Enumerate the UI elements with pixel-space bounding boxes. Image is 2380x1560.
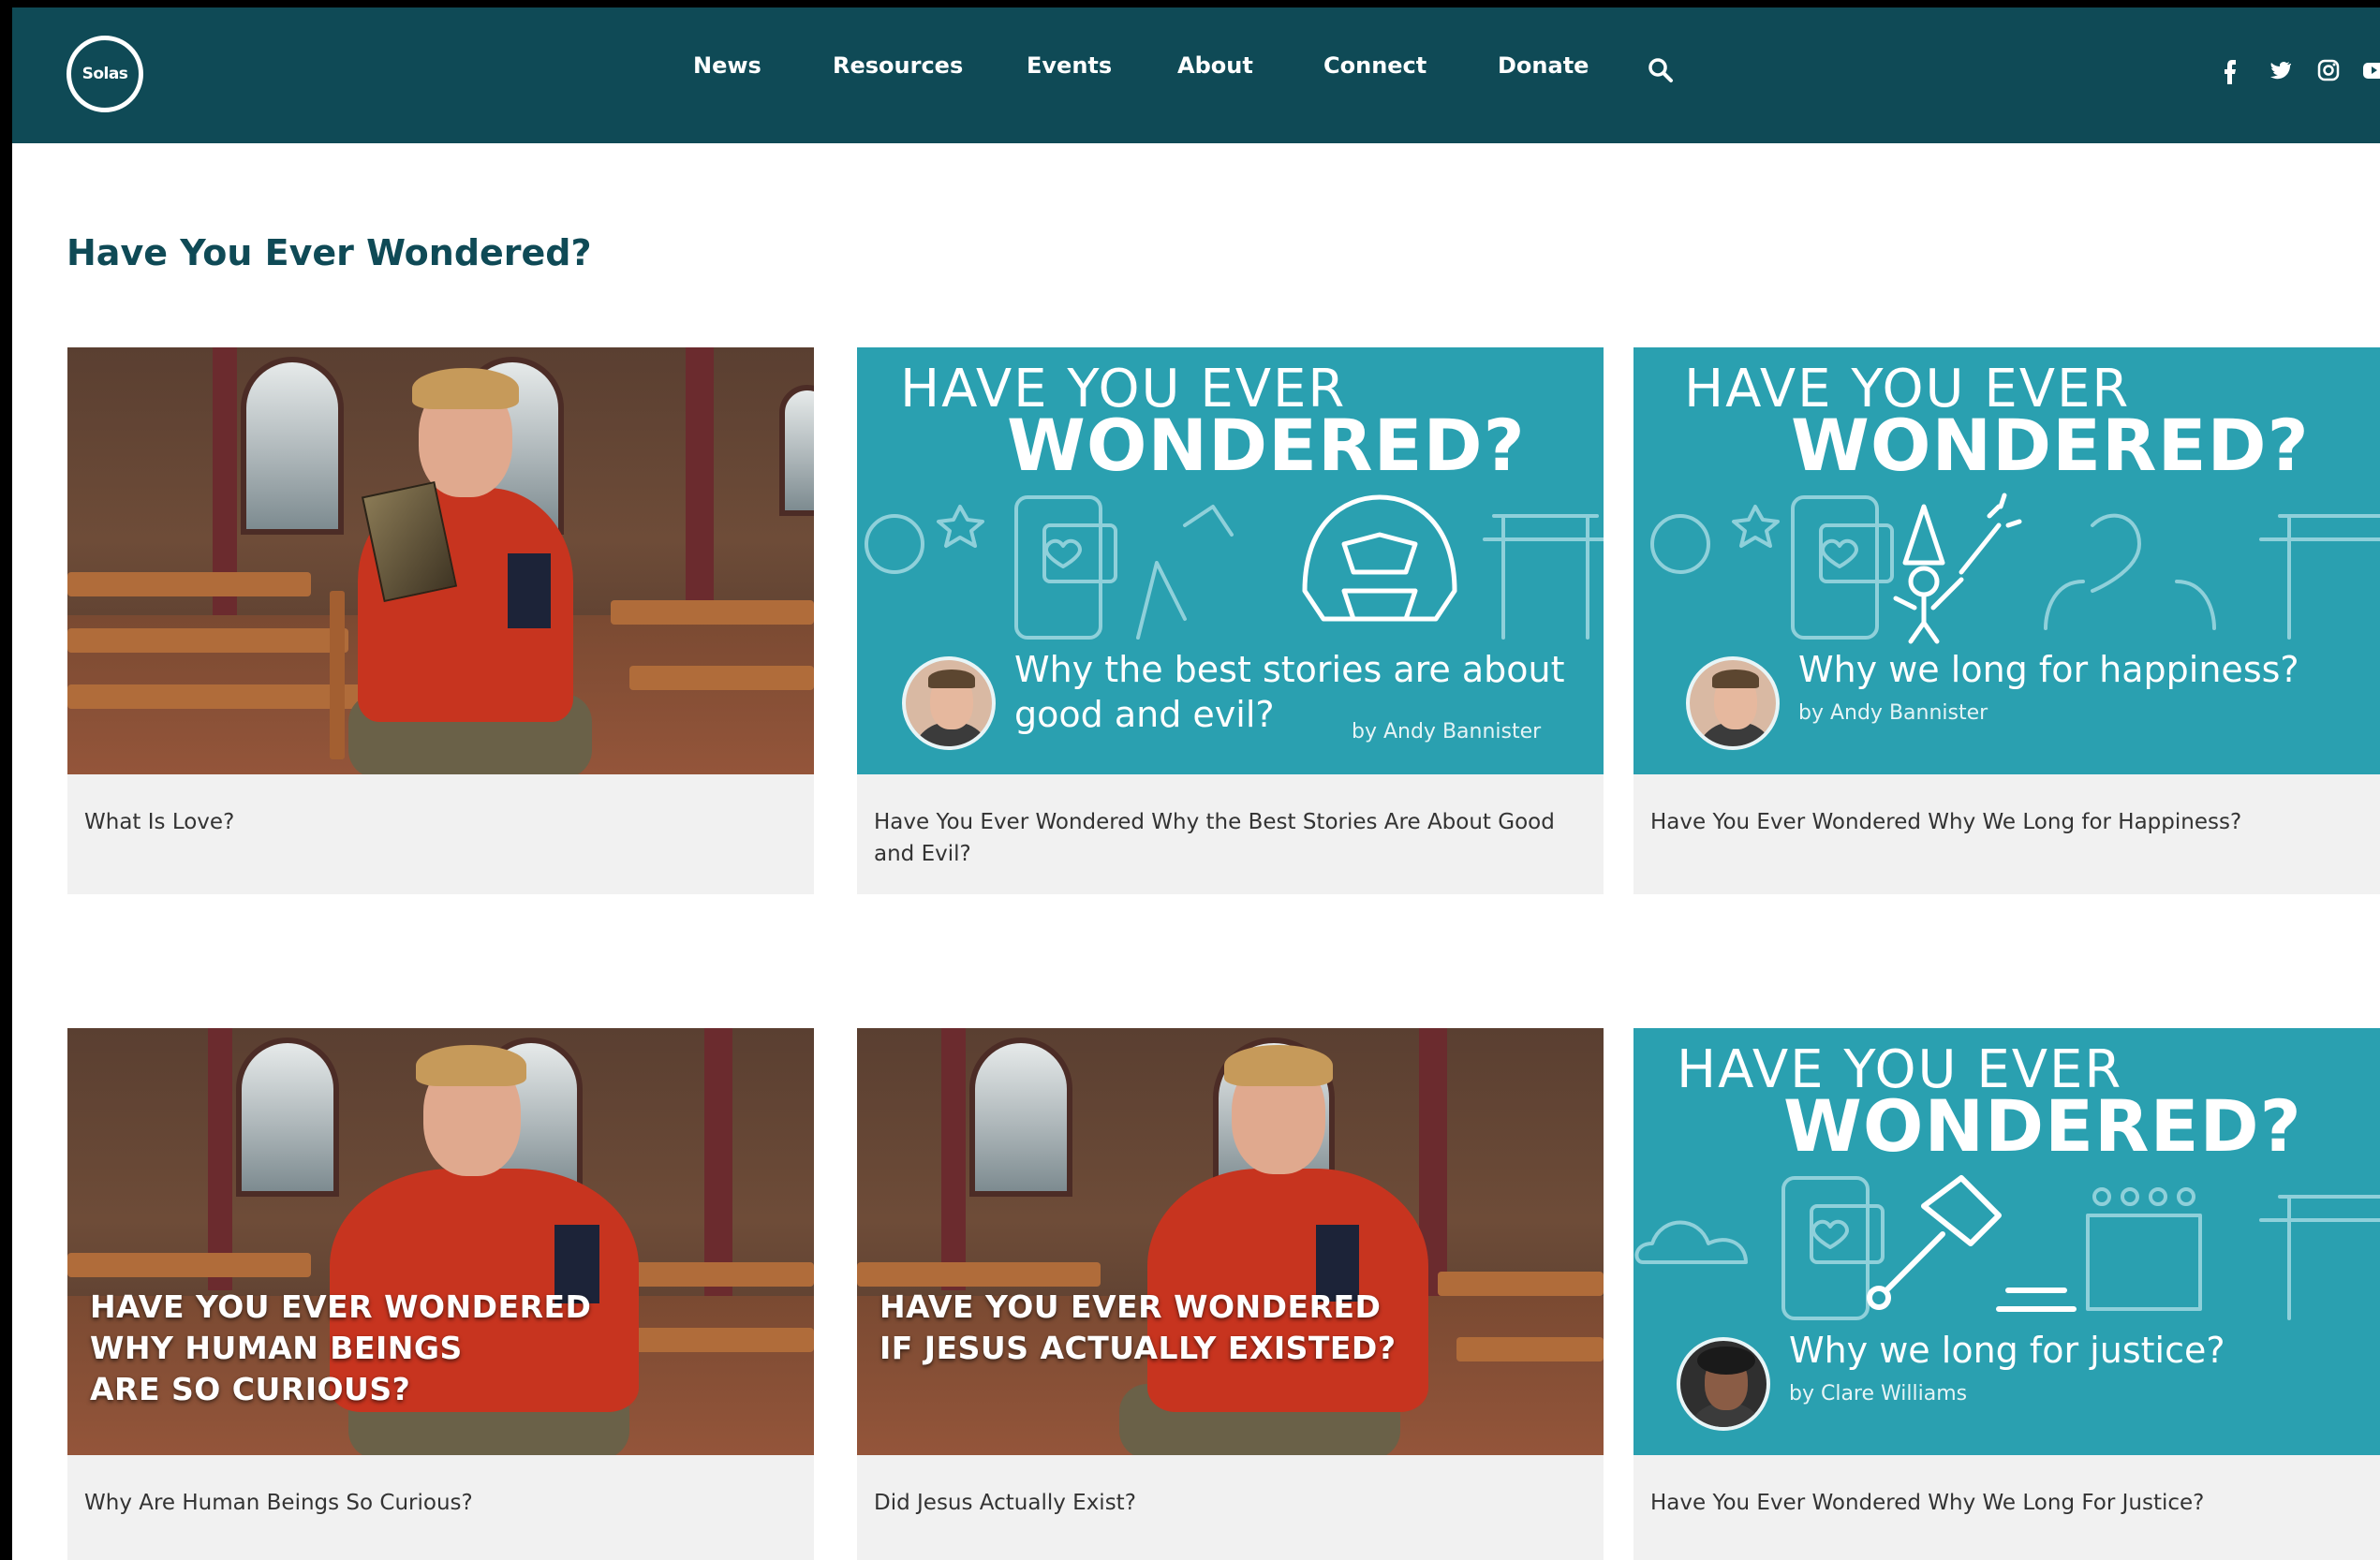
promo-author: by Andy Bannister xyxy=(1798,701,1988,725)
overlay-line-2: WHY HUMAN BEINGS xyxy=(90,1330,463,1366)
video-card-curious[interactable]: HAVE YOU EVER WONDERED WHY HUMAN BEINGS … xyxy=(67,1028,814,1560)
promo-illustration xyxy=(1650,493,2380,644)
pew xyxy=(629,1328,814,1352)
nav-resources[interactable]: Resources xyxy=(833,52,963,79)
pillar xyxy=(208,1028,232,1290)
pew xyxy=(330,591,345,759)
page: Solas News Resources Events About Connec… xyxy=(12,7,2380,1560)
overlay-line-1: HAVE YOU EVER WONDERED xyxy=(90,1288,592,1325)
promo-line2: WONDERED? xyxy=(1791,404,2310,487)
pew xyxy=(67,628,348,653)
pillar xyxy=(941,1028,966,1290)
promo-subtitle: Why the best stories are about xyxy=(1014,649,1565,690)
video-card-what-is-love[interactable]: What Is Love? xyxy=(67,347,814,894)
nav-about[interactable]: About xyxy=(1177,52,1253,79)
video-thumbnail[interactable]: HAVE YOU EVER WONDERED? xyxy=(857,347,1604,774)
nav-donate[interactable]: Donate xyxy=(1498,52,1589,79)
overlay-line-1: HAVE YOU EVER WONDERED xyxy=(880,1288,1382,1325)
promo-author: by Clare Williams xyxy=(1789,1382,1968,1405)
overlay-line-2: IF JESUS ACTUALLY EXISTED? xyxy=(880,1330,1397,1366)
author-avatar xyxy=(902,656,996,750)
search-icon[interactable] xyxy=(1647,56,1675,84)
church-window xyxy=(236,1038,339,1197)
solas-logo[interactable]: Solas xyxy=(67,36,143,112)
promo-subtitle-2: good and evil? xyxy=(1014,694,1275,735)
video-card-good-and-evil[interactable]: HAVE YOU EVER WONDERED? Why the best sto… xyxy=(857,347,1604,894)
church-window xyxy=(241,357,344,535)
twitter-icon[interactable] xyxy=(2268,56,2292,84)
promo-subtitle: Why we long for justice? xyxy=(1789,1330,2225,1371)
nav-news[interactable]: News xyxy=(693,52,761,79)
promo-illustration xyxy=(865,494,1604,640)
nav-connect[interactable]: Connect xyxy=(1323,52,1427,79)
promo-line2: WONDERED? xyxy=(1007,404,1526,487)
author-avatar xyxy=(1677,1337,1770,1431)
site-header: Solas News Resources Events About Connec… xyxy=(12,7,2380,143)
video-thumbnail[interactable]: HAVE YOU EVER WONDERED IF JESUS ACTUALLY… xyxy=(857,1028,1604,1455)
nav-events[interactable]: Events xyxy=(1027,52,1112,79)
overlay-line-3: ARE SO CURIOUS? xyxy=(90,1371,411,1407)
card-caption[interactable]: What Is Love? xyxy=(84,806,796,838)
video-thumbnail[interactable]: HAVE YOU EVER WONDERED WHY HUMAN BEINGS … xyxy=(67,1028,814,1455)
video-card-justice[interactable]: HAVE YOU EVER WONDERED? Why we long for … xyxy=(1633,1028,2380,1560)
card-caption[interactable]: Have You Ever Wondered Why the Best Stor… xyxy=(874,806,1586,870)
video-card-jesus-existed[interactable]: HAVE YOU EVER WONDERED IF JESUS ACTUALLY… xyxy=(857,1028,1604,1560)
promo-line2: WONDERED? xyxy=(1783,1084,2302,1168)
pew xyxy=(611,600,814,625)
pew xyxy=(67,1253,311,1277)
pew xyxy=(1456,1337,1604,1361)
church-window xyxy=(969,1038,1072,1197)
video-card-happiness[interactable]: HAVE YOU EVER WONDERED? Why we long for … xyxy=(1633,347,2380,894)
facebook-icon[interactable] xyxy=(2223,56,2238,84)
card-caption[interactable]: Did Jesus Actually Exist? xyxy=(874,1487,1586,1519)
video-thumbnail[interactable]: HAVE YOU EVER WONDERED? xyxy=(1633,1028,2380,1455)
promo-author: by Andy Bannister xyxy=(1352,720,1542,743)
card-caption[interactable]: Have You Ever Wondered Why We Long for H… xyxy=(1650,806,2362,838)
pew xyxy=(857,1262,1101,1287)
pew xyxy=(629,666,814,690)
youtube-icon[interactable] xyxy=(2363,56,2380,84)
logo-text: Solas xyxy=(81,65,128,83)
card-caption[interactable]: Have You Ever Wondered Why We Long For J… xyxy=(1650,1487,2362,1519)
page-title: Have You Ever Wondered? xyxy=(67,232,592,273)
pew xyxy=(1438,1272,1604,1296)
promo-subtitle: Why we long for happiness? xyxy=(1798,649,2299,690)
card-caption[interactable]: Why Are Human Beings So Curious? xyxy=(84,1487,796,1519)
promo-illustration xyxy=(1634,1175,2380,1320)
instagram-icon[interactable] xyxy=(2316,56,2341,84)
video-thumbnail[interactable]: HAVE YOU EVER WONDERED? xyxy=(1633,347,2380,774)
church-window xyxy=(779,385,814,516)
pew xyxy=(67,572,311,596)
author-avatar xyxy=(1686,656,1780,750)
video-thumbnail[interactable] xyxy=(67,347,814,774)
